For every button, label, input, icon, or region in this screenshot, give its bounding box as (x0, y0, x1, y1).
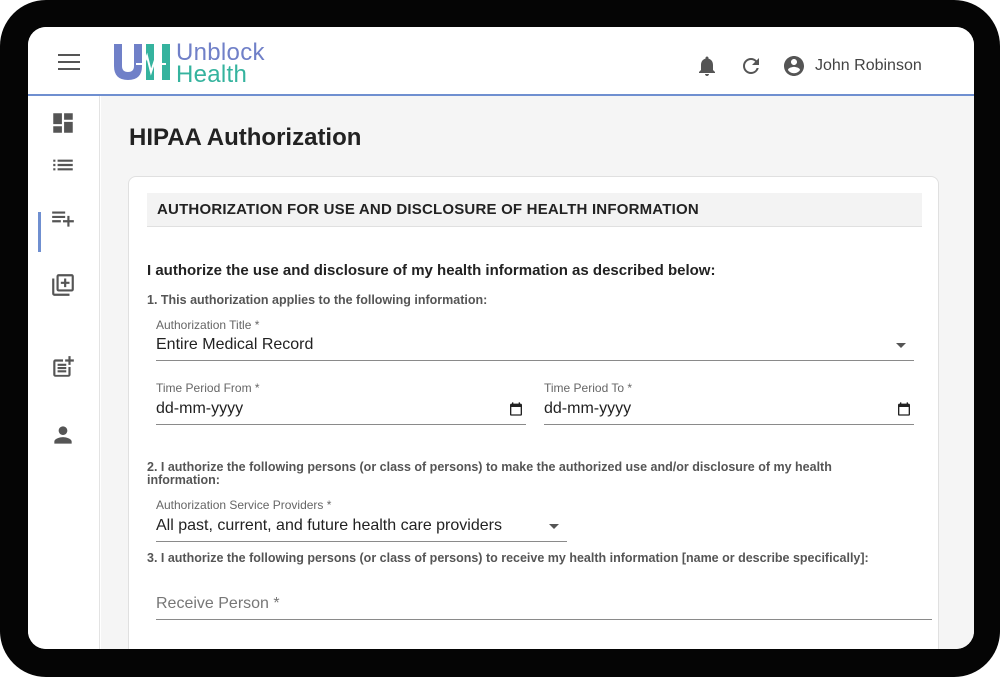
chevron-down-icon (549, 524, 559, 529)
question-2: 2. I authorize the following persons (or… (147, 460, 832, 487)
logo-text: Unblock Health (176, 41, 265, 88)
playlist-add-icon (52, 211, 74, 227)
sidebar (28, 96, 100, 649)
calendar-icon[interactable] (896, 401, 912, 417)
logo-word-health: Health (176, 61, 248, 88)
intro-text: I authorize the use and disclosure of my… (147, 262, 716, 279)
menu-icon[interactable] (58, 54, 82, 72)
section-header-text: AUTHORIZATION FOR USE AND DISCLOSURE OF … (157, 201, 699, 218)
time-period-from-input[interactable]: dd-mm-yyyy (156, 393, 526, 425)
sidebar-item-post-add[interactable] (50, 354, 76, 380)
refresh-icon[interactable] (739, 54, 763, 78)
calendar-icon[interactable] (508, 401, 524, 417)
logo-mark-icon (114, 44, 170, 80)
authorization-form-card: AUTHORIZATION FOR USE AND DISCLOSURE OF … (128, 176, 939, 649)
sidebar-item-playlist-add[interactable] (50, 205, 76, 231)
receive-person-placeholder: Receive Person * (156, 595, 280, 612)
question-3: 3. I authorize the following persons (or… (147, 551, 869, 565)
sidebar-item-list[interactable] (50, 152, 76, 178)
time-period-from-value: dd-mm-yyyy (156, 400, 244, 417)
user-name[interactable]: John Robinson (815, 57, 922, 75)
section-header: AUTHORIZATION FOR USE AND DISCLOSURE OF … (147, 193, 922, 227)
authorization-title-value: Entire Medical Record (156, 336, 314, 353)
question-1: 1. This authorization applies to the fol… (147, 293, 488, 307)
sidebar-item-profile[interactable] (50, 422, 76, 448)
sidebar-item-library-add[interactable] (50, 272, 76, 298)
time-period-to-input[interactable]: dd-mm-yyyy (544, 393, 914, 425)
chevron-down-icon (896, 343, 906, 348)
list-icon (53, 159, 73, 171)
dashboard-icon (53, 113, 73, 133)
top-app-bar: Unblock Health John Robinson (28, 27, 974, 96)
service-providers-value: All past, current, and future health car… (156, 517, 502, 534)
unblock-health-logo[interactable]: Unblock Health (110, 41, 310, 88)
receive-person-input[interactable]: Receive Person * (156, 588, 932, 620)
account-circle-icon[interactable] (782, 54, 806, 78)
authorization-title-select[interactable]: Entire Medical Record (156, 329, 914, 361)
notifications-bell-icon[interactable] (695, 54, 719, 78)
main-content: HIPAA Authorization AUTHORIZATION FOR US… (101, 96, 974, 649)
person-icon (54, 426, 72, 444)
library-add-icon (52, 274, 74, 296)
app-screen: Unblock Health John Robinson HIPAA Autho… (28, 27, 974, 649)
post-add-icon (53, 356, 74, 377)
service-providers-select[interactable]: All past, current, and future health car… (156, 510, 567, 542)
page-title: HIPAA Authorization (129, 124, 362, 151)
sidebar-item-dashboard[interactable] (50, 110, 76, 136)
sidebar-active-indicator (38, 212, 41, 252)
time-period-to-value: dd-mm-yyyy (544, 400, 632, 417)
